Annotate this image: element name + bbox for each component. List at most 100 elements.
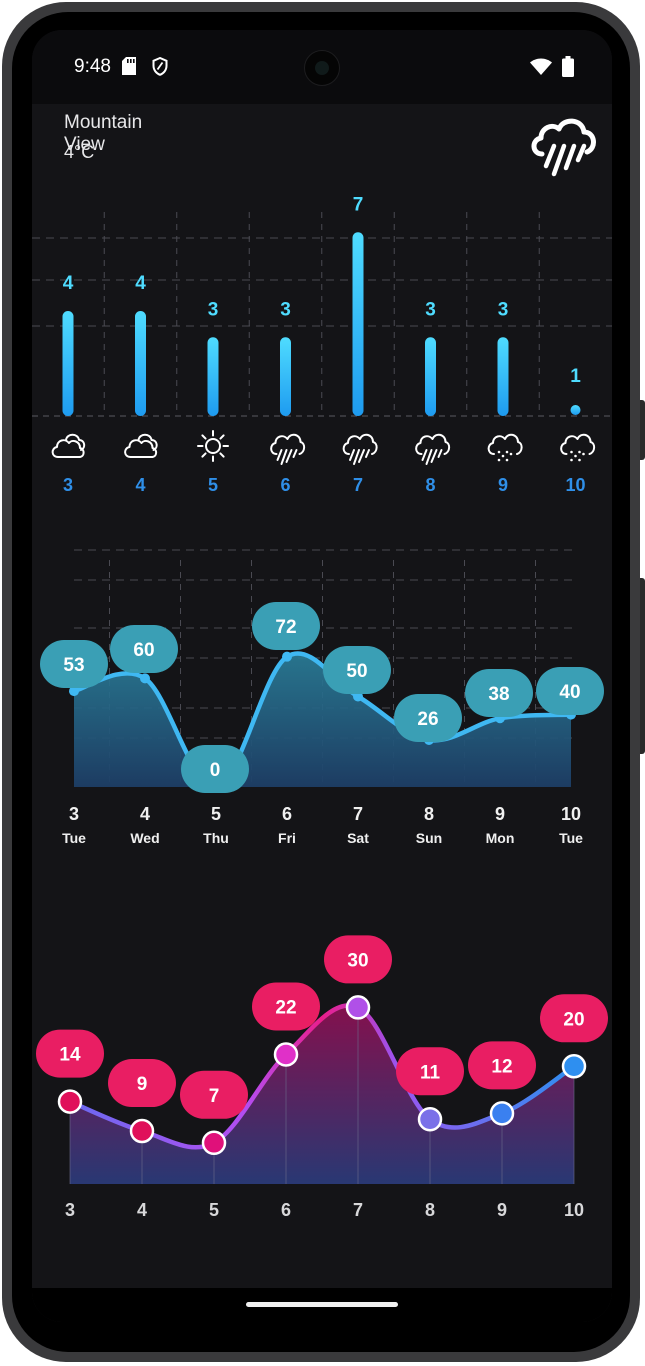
temperature-value-label: 9 — [137, 1074, 148, 1095]
x-date-label: 3 — [65, 1200, 75, 1220]
temperature-point — [57, 1089, 83, 1114]
x-day-label: Mon — [486, 830, 515, 846]
power-button — [640, 400, 645, 460]
humidity-value-label: 72 — [275, 617, 296, 638]
temperature-value-label: 20 — [563, 1009, 584, 1030]
temperature-point — [561, 1054, 587, 1079]
humidity-value-label: 26 — [417, 709, 438, 730]
bar-value-label: 4 — [135, 273, 146, 294]
humidity-value-label: 38 — [488, 684, 509, 705]
humidity-value-label: 40 — [559, 682, 580, 703]
x-day-label: Sat — [347, 830, 369, 846]
rain-icon — [342, 433, 378, 465]
x-date-label: 8 — [425, 1200, 435, 1220]
screen: 9:48 Mountain View 4°C 43Tue44Wed35Thu36… — [32, 30, 612, 1322]
x-date-label: 4 — [137, 1200, 147, 1220]
bar-value-label: 3 — [208, 299, 219, 320]
forecast-date: 4 — [135, 475, 145, 495]
snow-icon — [487, 433, 523, 462]
x-day-label: Tue — [62, 830, 86, 846]
temperature-point — [201, 1130, 227, 1156]
sun-icon — [197, 430, 229, 462]
precipitation-bar-chart: 43Tue44Wed35Thu36Fri77Sat38Sun39Mon110Tu… — [32, 194, 612, 495]
bar-value-label: 3 — [498, 299, 509, 320]
forecast-date: 5 — [208, 475, 218, 495]
temperature-value-label: 22 — [275, 998, 296, 1019]
cloudy-icon — [124, 433, 158, 458]
forecast-date: 6 — [280, 475, 290, 495]
front-camera — [304, 50, 340, 86]
x-date-label: 9 — [495, 804, 505, 824]
x-date-label: 5 — [211, 804, 221, 824]
x-day-label: Tue — [559, 830, 583, 846]
precipitation-bar — [280, 337, 291, 416]
x-date-label: 9 — [497, 1200, 507, 1220]
bar-value-label: 7 — [353, 194, 364, 215]
temperature-area-chart: 143Tue94Wed75Thu226Fri307Sat118Sun129Mon… — [36, 935, 608, 1220]
x-date-label: 6 — [281, 1200, 291, 1220]
rain-cloud-icon — [531, 118, 596, 177]
temperature-point — [417, 1107, 443, 1132]
temperature-point — [489, 1101, 515, 1126]
wifi-icon — [530, 58, 552, 75]
bar-value-label: 1 — [570, 366, 581, 387]
status-time: 9:48 — [74, 56, 111, 77]
forecast-date: 8 — [425, 475, 435, 495]
x-day-label: Thu — [203, 830, 229, 846]
x-date-label: 10 — [564, 1200, 584, 1220]
x-date-label: 3 — [69, 804, 79, 824]
humidity-point — [282, 651, 292, 662]
forecast-date: 7 — [353, 475, 363, 495]
precipitation-bar — [62, 311, 74, 416]
humidity-area-chart: 53 3 Tue 60 4 Wed 0 5 Thu 72 6 Fri 50 7 Sat 26 8 Sun 38 9 Mo… — [40, 549, 604, 846]
forecast-date: 9 — [498, 475, 508, 495]
precipitation-bar — [497, 337, 509, 416]
temperature-value-label: 12 — [491, 1056, 512, 1077]
temperature-point — [345, 995, 371, 1020]
temperature-value-label: 14 — [59, 1045, 81, 1066]
rain-icon — [415, 433, 451, 465]
home-gesture-handle[interactable] — [246, 1302, 398, 1307]
x-date-label: 6 — [282, 804, 292, 824]
x-day-label: Sun — [416, 830, 442, 846]
temperature-value-label: 7 — [209, 1086, 220, 1107]
cloudy-icon — [51, 433, 86, 458]
precipitation-bar — [135, 311, 146, 416]
humidity-value-label: 50 — [346, 661, 367, 682]
bar-value-label: 3 — [280, 299, 291, 320]
rain-icon — [270, 433, 306, 465]
precipitation-bar — [207, 337, 219, 416]
x-date-label: 8 — [424, 804, 434, 824]
snow-icon — [560, 433, 596, 462]
x-date-label: 5 — [209, 1200, 219, 1220]
x-date-label: 4 — [140, 804, 150, 824]
forecast-date: 10 — [565, 475, 585, 495]
precipitation-bar — [352, 232, 364, 416]
sd-card-icon — [122, 57, 136, 75]
x-day-label: Fri — [278, 830, 296, 846]
precipitation-bar — [570, 405, 581, 415]
humidity-value-label: 60 — [133, 640, 154, 661]
x-date-label: 10 — [561, 804, 581, 824]
precipitation-bar — [425, 337, 436, 416]
humidity-value-label: 53 — [63, 655, 84, 676]
temperature-value-label: 11 — [420, 1062, 441, 1083]
battery-icon — [562, 56, 574, 77]
current-temperature: 4°C — [64, 142, 95, 162]
bar-value-label: 3 — [425, 299, 436, 320]
humidity-point — [140, 673, 150, 684]
bar-chart-grid — [32, 212, 612, 417]
navigation-bar — [32, 1288, 612, 1322]
forecast-date: 3 — [63, 475, 73, 495]
temperature-point — [273, 1042, 299, 1067]
x-day-label: Wed — [130, 830, 159, 846]
x-date-label: 7 — [353, 804, 363, 824]
shield-icon — [152, 57, 168, 76]
humidity-value-label: 0 — [210, 760, 221, 781]
x-date-label: 7 — [353, 1200, 363, 1220]
volume-button — [640, 578, 645, 754]
temperature-point — [129, 1118, 155, 1144]
status-bar: 9:48 — [32, 30, 612, 104]
temperature-value-label: 30 — [347, 950, 368, 971]
bar-value-label: 4 — [63, 273, 74, 294]
